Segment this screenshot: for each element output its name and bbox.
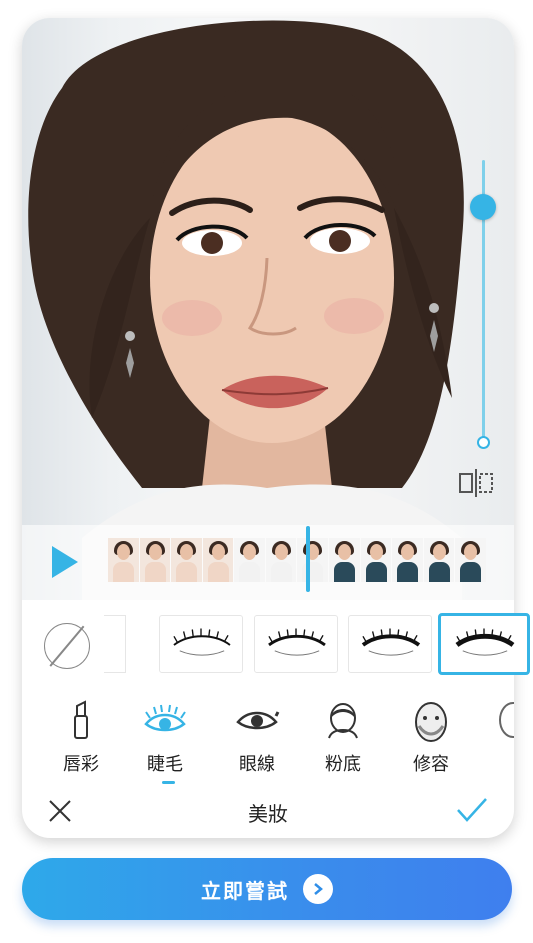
eyelash-icon: [455, 628, 515, 656]
partial-category-icon[interactable]: [498, 700, 514, 740]
face-preview: [22, 18, 514, 600]
frame-strip[interactable]: [108, 538, 487, 582]
intensity-slider-end: [477, 436, 490, 449]
timeline-frame[interactable]: [423, 538, 455, 582]
try-now-button[interactable]: 立即嘗試: [22, 858, 512, 920]
category-lipstick[interactable]: 唇彩: [46, 700, 116, 776]
portrait-illustration: [28, 20, 464, 600]
chevron-right-icon: [303, 874, 333, 904]
timeline-frame[interactable]: [234, 538, 265, 582]
category-eyelash[interactable]: 睫毛: [130, 700, 200, 776]
category-label: 睫毛: [147, 754, 183, 775]
eyeliner-icon: [222, 700, 292, 742]
category-contour[interactable]: 修容: [396, 700, 466, 776]
play-icon[interactable]: [52, 546, 78, 578]
timeline-frame[interactable]: [455, 538, 486, 582]
timeline-frame[interactable]: [265, 538, 297, 582]
timeline-frame[interactable]: [360, 538, 392, 582]
eyelash-style-2-card[interactable]: [254, 615, 338, 673]
timeline-frame[interactable]: [202, 538, 234, 582]
no-style-icon[interactable]: [44, 623, 90, 669]
timeline-frame[interactable]: [171, 538, 202, 582]
category-label: 眼線: [239, 754, 275, 775]
eyelash-style-1-card[interactable]: [159, 615, 243, 673]
timeline-frame[interactable]: [392, 538, 423, 582]
category-label: 唇彩: [63, 754, 99, 775]
partial-style-card[interactable]: [104, 615, 126, 673]
category-label: 粉底: [325, 754, 361, 775]
foundation-icon: [308, 700, 378, 742]
category-foundation[interactable]: 粉底: [308, 700, 378, 776]
check-icon[interactable]: [456, 796, 488, 824]
timeline-frame[interactable]: [329, 538, 360, 582]
eyelash-icon: [268, 628, 326, 656]
eyelash-style-3-card[interactable]: [348, 615, 432, 673]
category-label: 修容: [413, 754, 449, 775]
contour-icon: [396, 700, 466, 742]
timeline-frame[interactable]: [139, 538, 171, 582]
category-eyeliner[interactable]: 眼線: [222, 700, 292, 776]
timeline-frame[interactable]: [108, 538, 139, 582]
timeline-frame[interactable]: [297, 538, 329, 582]
category-selected-indicator: [162, 781, 175, 784]
compare-split-icon[interactable]: [458, 468, 494, 498]
intensity-slider-knob[interactable]: [470, 194, 496, 220]
timeline-playhead[interactable]: [306, 526, 310, 592]
lipstick-icon: [46, 700, 116, 742]
eyelash-icon: [130, 700, 200, 742]
try-now-label: 立即嘗試: [201, 878, 289, 903]
eyelash-icon: [173, 628, 231, 656]
eyelash-style-4-card[interactable]: [438, 613, 530, 675]
eyelash-icon: [361, 628, 421, 656]
panel-title: 美妝: [248, 802, 288, 826]
